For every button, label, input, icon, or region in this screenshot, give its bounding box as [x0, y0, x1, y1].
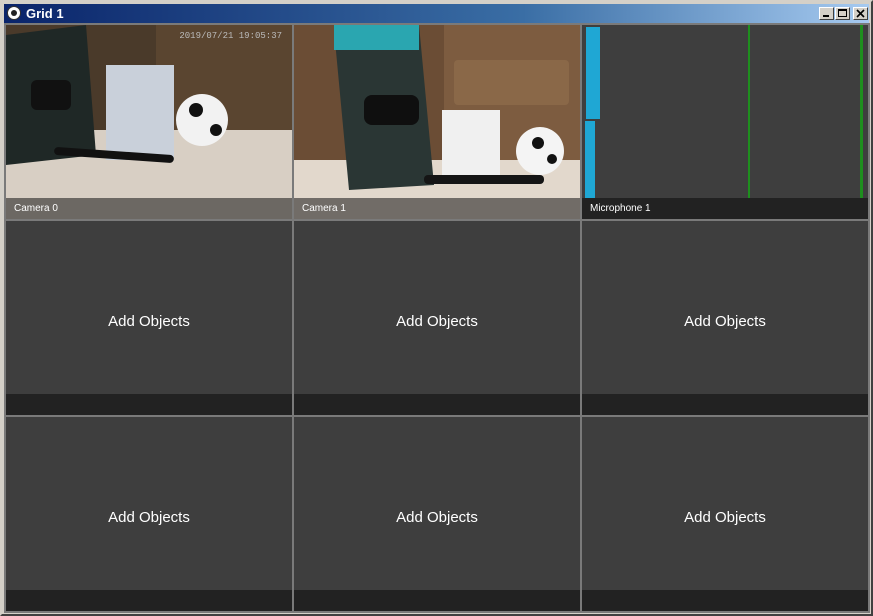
add-objects-label: Add Objects: [396, 313, 478, 330]
maximize-button[interactable]: [835, 7, 850, 20]
add-objects-label: Add Objects: [108, 313, 190, 330]
minimize-icon: [823, 15, 829, 17]
camera-0-caption: Camera 0: [6, 198, 292, 219]
camera-0-timestamp: 2019/07/21 19:05:37: [179, 31, 282, 41]
camera-0-cell[interactable]: 2019/07/21 19:05:37 Camera 0: [6, 25, 292, 219]
title-bar[interactable]: Grid 1: [4, 4, 869, 23]
camera-1-feed: [294, 25, 580, 219]
add-objects-label: Add Objects: [684, 509, 766, 526]
empty-cell-caption: [294, 590, 580, 611]
empty-cell[interactable]: Add Objects: [294, 221, 580, 415]
empty-cell[interactable]: Add Objects: [582, 417, 868, 611]
close-icon: [856, 9, 865, 18]
camera-1-caption: Camera 1: [294, 198, 580, 219]
object-grid: 2019/07/21 19:05:37 Camera 0 Camera 1 Mi…: [4, 23, 870, 613]
microphone-1-caption: Microphone 1: [582, 198, 868, 219]
empty-cell[interactable]: Add Objects: [6, 417, 292, 611]
empty-cell[interactable]: Add Objects: [6, 221, 292, 415]
grid-window: Grid 1 2019/07/21 19:05:37 Camera 0 Came…: [0, 0, 873, 616]
empty-cell-caption: [582, 394, 868, 415]
camera-1-cell[interactable]: Camera 1: [294, 25, 580, 219]
add-objects-label: Add Objects: [108, 509, 190, 526]
add-objects-label: Add Objects: [396, 509, 478, 526]
empty-cell[interactable]: Add Objects: [294, 417, 580, 611]
empty-cell-caption: [582, 590, 868, 611]
camera-0-feed: [6, 25, 292, 219]
minimize-button[interactable]: [819, 7, 834, 20]
empty-cell-caption: [6, 394, 292, 415]
empty-cell-caption: [294, 394, 580, 415]
microphone-1-cell[interactable]: Microphone 1: [582, 25, 868, 219]
window-title: Grid 1: [26, 6, 64, 21]
add-objects-label: Add Objects: [684, 313, 766, 330]
close-button[interactable]: [853, 7, 868, 20]
microphone-1-level-meter: [582, 25, 868, 219]
empty-cell-caption: [6, 590, 292, 611]
empty-cell[interactable]: Add Objects: [582, 221, 868, 415]
app-eye-icon: [7, 6, 21, 20]
maximize-icon: [838, 9, 847, 17]
